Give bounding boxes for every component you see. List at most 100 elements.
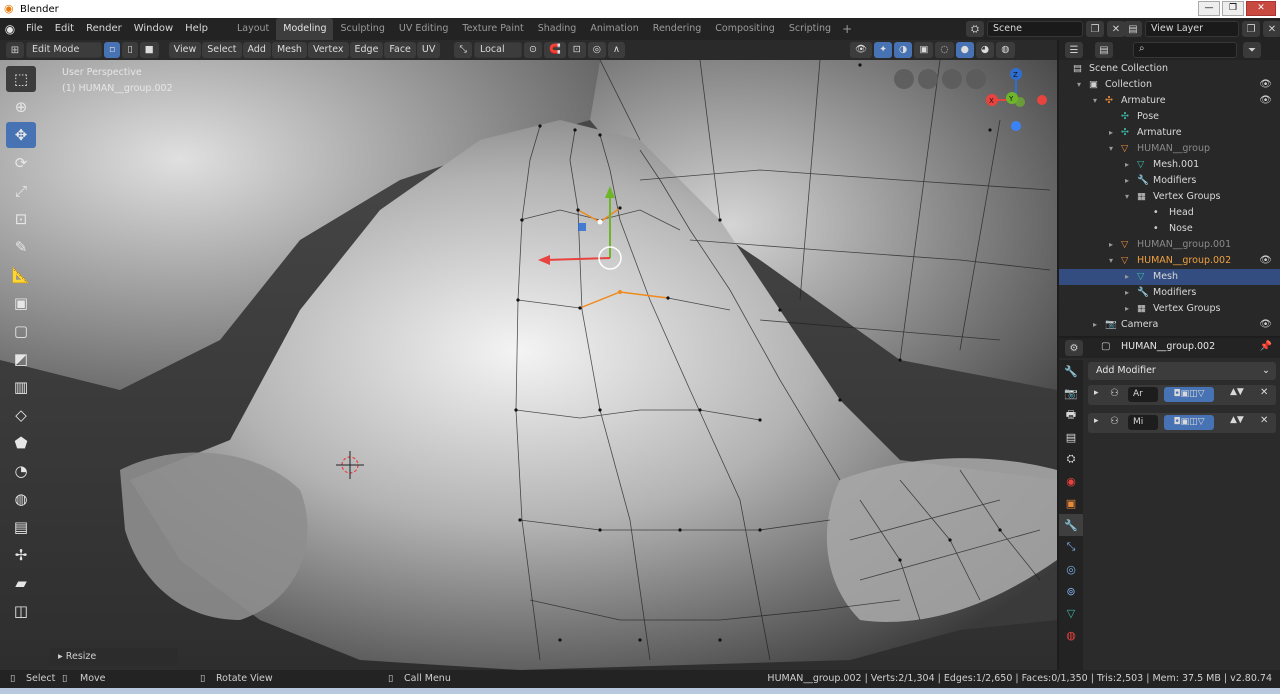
move-up-down-icon[interactable]: ▲▼ <box>1230 415 1244 425</box>
viewport-menu-add[interactable]: Add <box>242 42 271 58</box>
viewport-menu-edge[interactable]: Edge <box>349 42 384 58</box>
modifier-toggle-icons[interactable]: ◘▣◫▽ <box>1164 387 1214 402</box>
modifier-panel[interactable]: ▸ ⚇ Ar ◘▣◫▽ ▲▼ ✕ <box>1088 385 1276 405</box>
expand-down-icon[interactable]: ▾ <box>1125 189 1129 205</box>
viewport-menu-face[interactable]: Face <box>384 42 416 58</box>
scale-tool-icon[interactable]: ⤢ <box>6 178 36 204</box>
restore-button[interactable]: ❐ <box>1222 1 1244 16</box>
wireframe-shading-icon[interactable]: ◌ <box>935 42 954 58</box>
snap-target-icon[interactable]: ⊡ <box>567 42 586 58</box>
expand-right-icon[interactable]: ▸ <box>1093 317 1097 333</box>
viewport-menu-vertex[interactable]: Vertex <box>307 42 349 58</box>
extrude-tool-icon[interactable]: ▣ <box>6 290 36 316</box>
face-select-mode-icon[interactable]: ■ <box>139 42 159 58</box>
shear-tool-icon[interactable]: ▰ <box>6 570 36 596</box>
edge-slide-tool-icon[interactable]: ▤ <box>6 514 36 540</box>
outliner-row[interactable]: ✣ Pose <box>1059 109 1280 125</box>
spin-tool-icon[interactable]: ◔ <box>6 458 36 484</box>
visibility-eye-icon[interactable]: 👁 <box>1259 253 1272 269</box>
render-tab-icon[interactable]: 📷 <box>1059 382 1083 404</box>
move-up-down-icon[interactable]: ▲▼ <box>1230 387 1244 397</box>
expand-right-icon[interactable]: ▸ <box>1125 285 1129 301</box>
menu-render[interactable]: Render <box>80 18 128 40</box>
rendered-shading-icon[interactable]: ◍ <box>996 42 1015 58</box>
snap-icon[interactable]: 🧲 <box>543 42 566 58</box>
outliner-row[interactable]: ▸ ▽ Mesh.001 <box>1059 157 1280 173</box>
tool-tab-icon[interactable]: 🔧 <box>1059 360 1083 382</box>
outliner-row[interactable]: ▾ ✣ Armature 👁 <box>1059 93 1280 109</box>
delete-scene-icon[interactable]: ✕ <box>1107 21 1125 37</box>
scene-tab-icon[interactable]: ⛭ <box>1059 448 1083 470</box>
annotate-tool-icon[interactable]: ✎ <box>6 234 36 260</box>
solid-shading-icon[interactable]: ● <box>955 42 974 58</box>
viewport-menu-uv[interactable]: UV <box>416 42 441 58</box>
outliner-row[interactable]: • Nose <box>1059 221 1280 237</box>
add-workspace-icon[interactable]: + <box>842 22 852 36</box>
close-button[interactable]: ✕ <box>1246 1 1276 16</box>
expand-down-icon[interactable]: ▾ <box>1093 93 1097 109</box>
menu-file[interactable]: File <box>20 18 49 40</box>
modifier-toggle-icons[interactable]: ◘▣◫▽ <box>1164 415 1214 430</box>
orientation-selector[interactable]: Local <box>473 42 522 58</box>
tab-texture-paint[interactable]: Texture Paint <box>455 18 530 40</box>
expand-right-icon[interactable]: ▸ <box>1094 388 1099 398</box>
transform-tool-icon[interactable]: ⊡ <box>6 206 36 232</box>
knife-tool-icon[interactable]: ◇ <box>6 402 36 428</box>
visibility-eye-icon[interactable]: 👁 <box>1259 317 1272 333</box>
particles-tab-icon[interactable]: ⤡ <box>1059 536 1083 558</box>
tab-scripting[interactable]: Scripting <box>782 18 838 40</box>
outliner-row[interactable]: ▤ Scene Collection <box>1059 61 1280 77</box>
cursor-tool-icon[interactable]: ⊕ <box>6 94 36 120</box>
outliner-row[interactable]: ▸ ✣ Armature <box>1059 125 1280 141</box>
physics-tab-icon[interactable]: ◎ <box>1059 558 1083 580</box>
expand-down-icon[interactable]: ▾ <box>1109 141 1113 157</box>
vertex-select-mode-icon[interactable]: ▫ <box>104 42 121 58</box>
expand-right-icon[interactable]: ▸ <box>1109 237 1113 253</box>
visibility-icon[interactable]: 👁 <box>850 42 873 58</box>
3d-viewport[interactable]: Z Y X User Perspective (1) HUMAN__group.… <box>0 60 1057 670</box>
tab-sculpting[interactable]: Sculpting <box>333 18 391 40</box>
tab-layout[interactable]: Layout <box>230 18 276 40</box>
filter-icon[interactable]: ⏷ <box>1243 42 1261 58</box>
last-operator-panel[interactable]: ▸ Resize <box>50 648 178 666</box>
outliner-row[interactable]: ▾ ▦ Vertex Groups <box>1059 189 1280 205</box>
outliner-search-input[interactable] <box>1133 42 1237 58</box>
overlays-icon[interactable]: ◑ <box>894 42 913 58</box>
view-layer-icon[interactable]: ▤ <box>1124 21 1142 37</box>
expand-right-icon[interactable]: ▸ <box>1109 125 1113 141</box>
perspective-toggle-icon[interactable] <box>894 69 914 89</box>
editor-type-icon[interactable]: ⊞ <box>6 42 24 58</box>
visibility-eye-icon[interactable]: 👁 <box>1259 77 1272 93</box>
expand-down-icon[interactable]: ▾ <box>1077 77 1081 93</box>
output-tab-icon[interactable]: 🖶 <box>1059 404 1083 426</box>
mode-selector[interactable]: Edit Mode <box>26 42 102 58</box>
outliner-row[interactable]: ▸ ▽ Mesh <box>1059 269 1280 285</box>
scene-name-field[interactable]: Scene <box>987 21 1083 37</box>
new-view-layer-icon[interactable]: ❐ <box>1242 21 1260 37</box>
tab-animation[interactable]: Animation <box>583 18 645 40</box>
delete-view-layer-icon[interactable]: ✕ <box>1263 21 1280 37</box>
outliner-row[interactable]: ▾ ▣ Collection 👁 <box>1059 77 1280 93</box>
viewport-menu-view[interactable]: View <box>168 42 202 58</box>
tab-compositing[interactable]: Compositing <box>708 18 782 40</box>
viewport-menu-select[interactable]: Select <box>202 42 242 58</box>
measure-tool-icon[interactable]: 📐 <box>6 262 36 288</box>
outliner-row[interactable]: ▸ 📷 Camera 👁 <box>1059 317 1280 333</box>
new-scene-icon[interactable]: ❐ <box>1086 21 1104 37</box>
object-data-tab-icon[interactable]: ▽ <box>1059 602 1083 624</box>
expand-right-icon[interactable]: ▸ <box>1125 269 1129 285</box>
remove-modifier-icon[interactable]: ✕ <box>1260 387 1268 398</box>
inset-tool-icon[interactable]: ▢ <box>6 318 36 344</box>
outliner-row[interactable]: ▸ 🔧 Modifiers <box>1059 173 1280 189</box>
tab-shading[interactable]: Shading <box>531 18 584 40</box>
expand-right-icon[interactable]: ▸ <box>1125 301 1129 317</box>
rotate-tool-icon[interactable]: ⟳ <box>6 150 36 176</box>
modifier-name-field[interactable]: Ar <box>1128 387 1158 402</box>
outliner-row[interactable]: • Head <box>1059 205 1280 221</box>
minimize-button[interactable]: — <box>1198 1 1220 16</box>
menu-window[interactable]: Window <box>128 18 179 40</box>
pan-view-icon[interactable] <box>942 69 962 89</box>
object-tab-icon[interactable]: ▣ <box>1059 492 1083 514</box>
proportional-edit-icon[interactable]: ◎ <box>587 42 607 58</box>
blender-menu-icon[interactable]: ◉ <box>0 22 20 36</box>
